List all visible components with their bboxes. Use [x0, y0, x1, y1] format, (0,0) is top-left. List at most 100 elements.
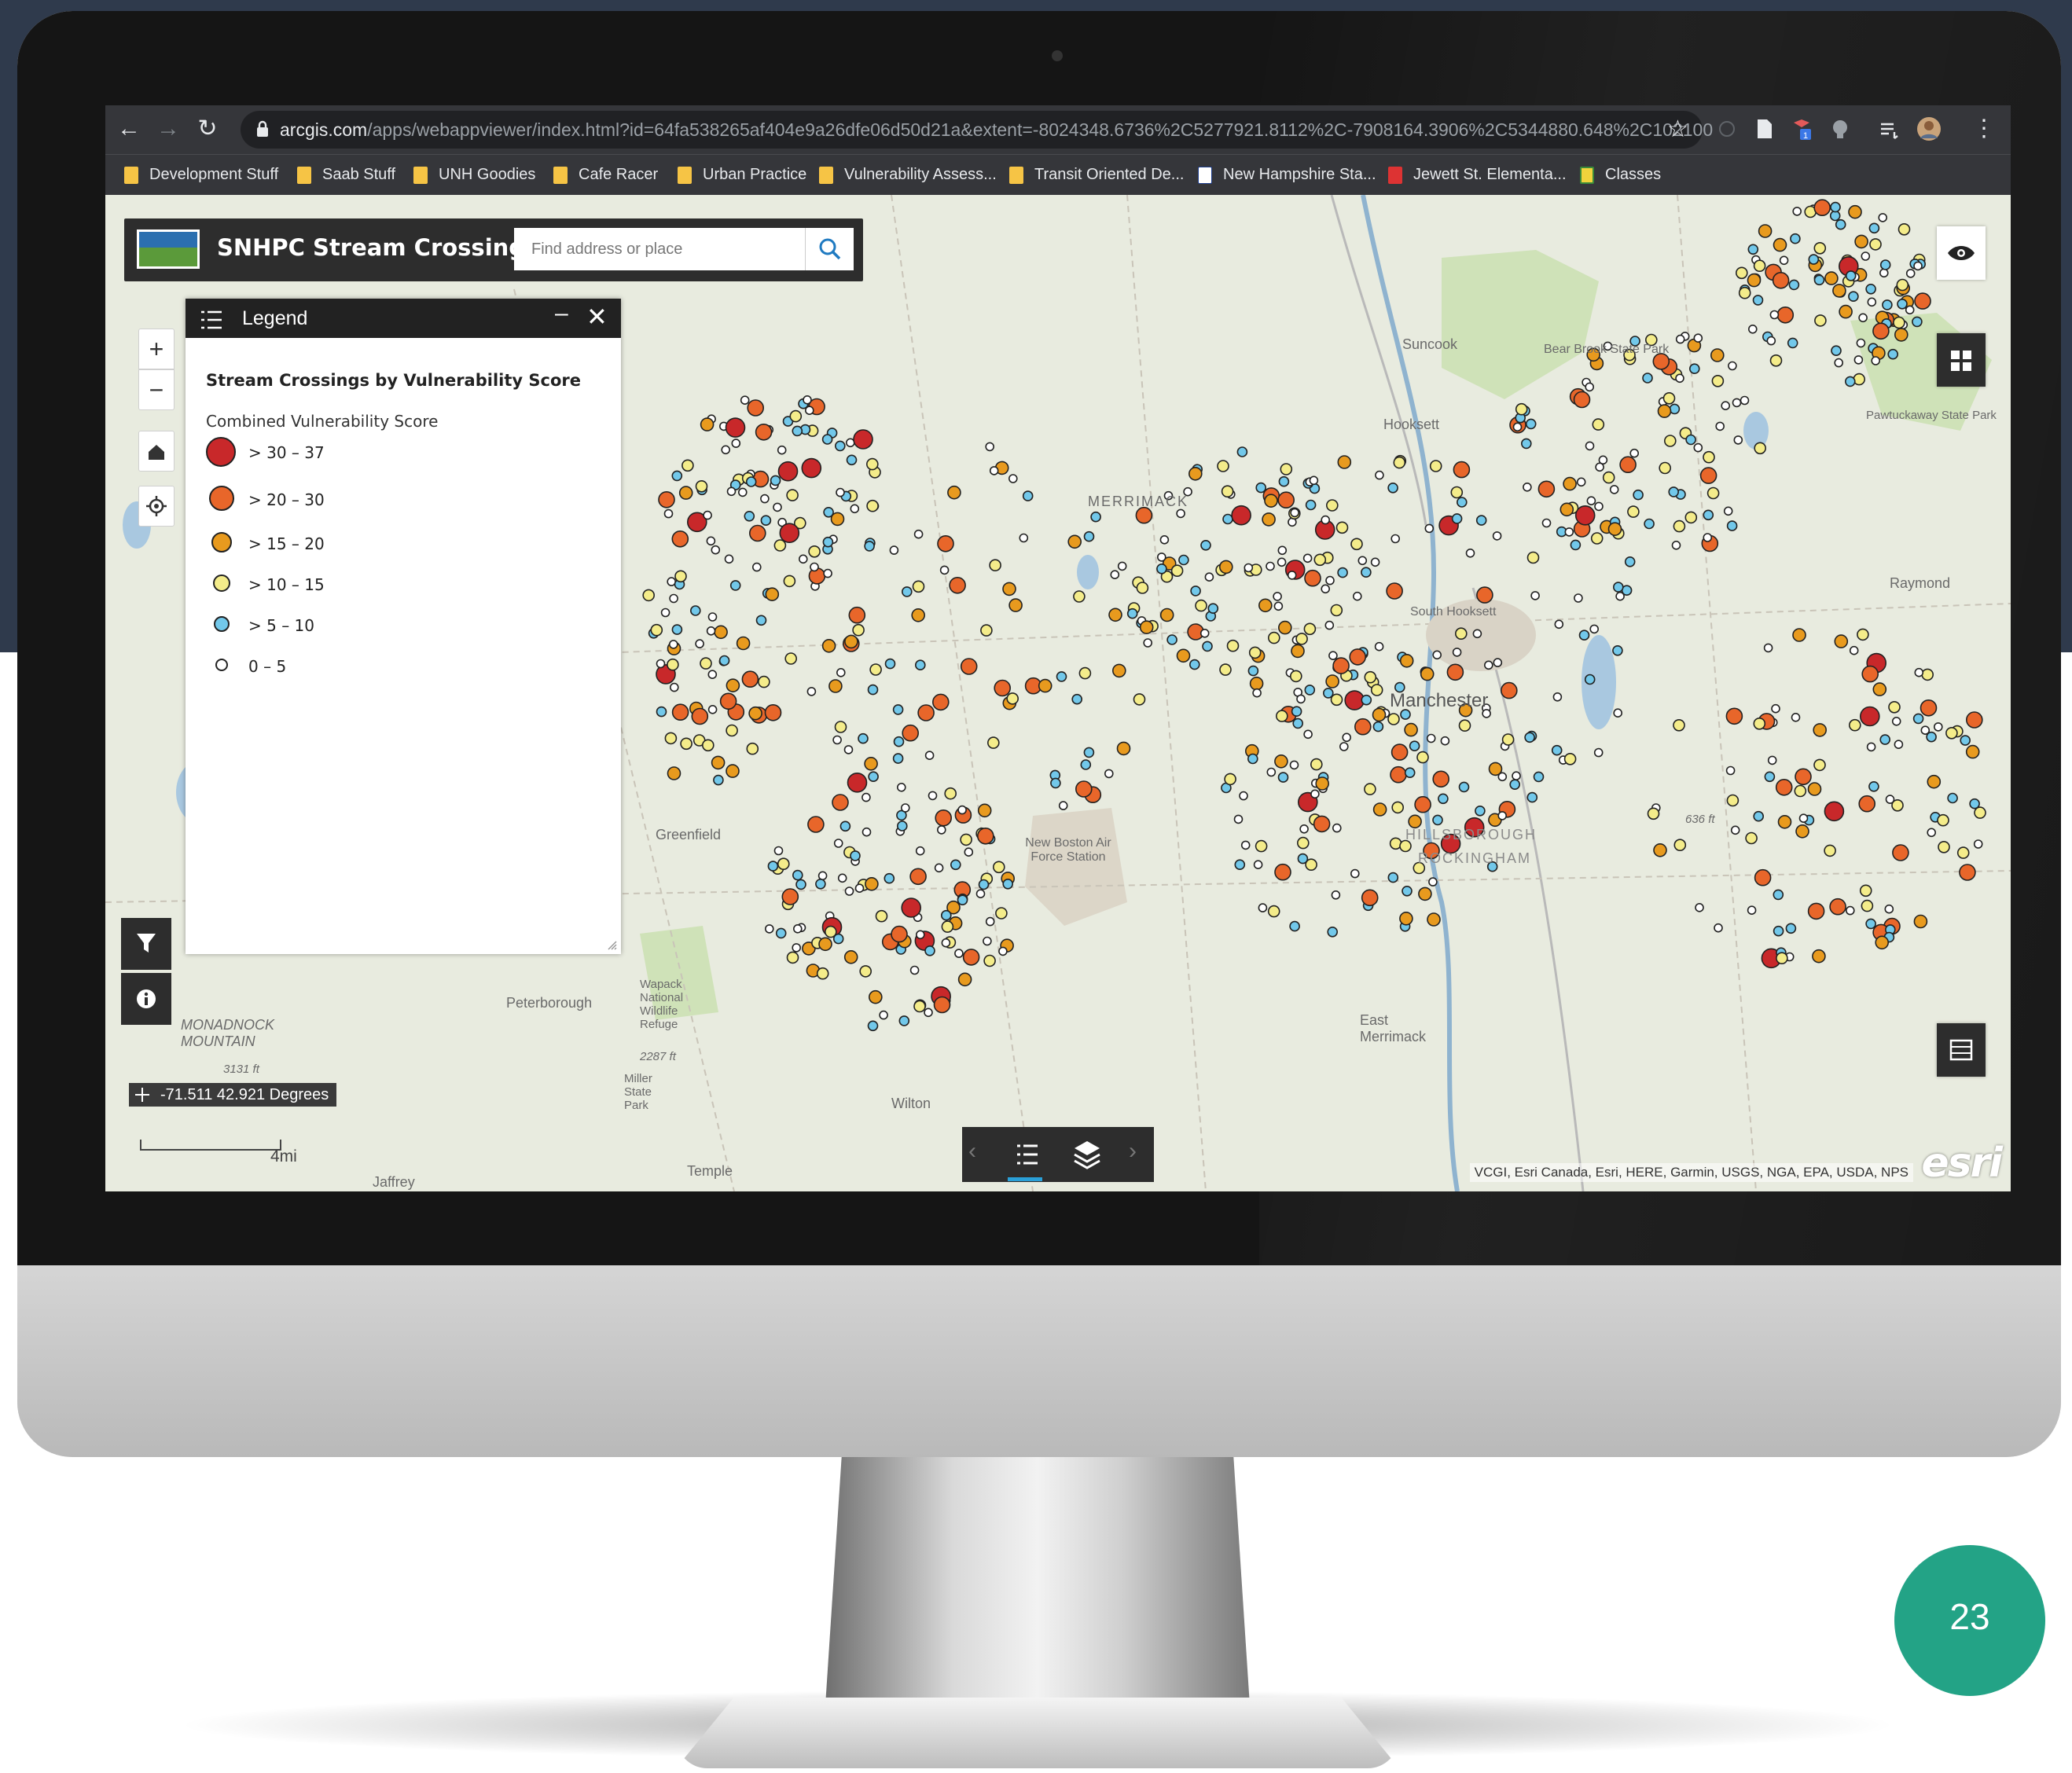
stream-crossing-point[interactable]	[706, 536, 716, 546]
stream-crossing-point[interactable]	[1323, 688, 1334, 699]
stream-crossing-point[interactable]	[1861, 665, 1879, 683]
stream-crossing-point[interactable]	[668, 640, 678, 649]
stream-crossing-point[interactable]	[1019, 533, 1029, 543]
stream-crossing-point[interactable]	[1361, 567, 1372, 578]
stream-crossing-point[interactable]	[1022, 490, 1034, 501]
stream-crossing-point[interactable]	[1624, 556, 1636, 567]
stream-crossing-point[interactable]	[736, 636, 751, 651]
stream-crossing-point[interactable]	[695, 479, 708, 493]
minimize-icon[interactable]: –	[555, 300, 568, 327]
stream-crossing-point[interactable]	[1291, 706, 1302, 718]
stream-crossing-point[interactable]	[1747, 244, 1759, 255]
stream-crossing-point[interactable]	[779, 523, 800, 544]
stream-crossing-point[interactable]	[1248, 646, 1262, 659]
stream-crossing-point[interactable]	[861, 827, 872, 837]
stream-crossing-point[interactable]	[1143, 638, 1152, 648]
stream-crossing-point[interactable]	[879, 1010, 888, 1020]
stream-crossing-point[interactable]	[740, 395, 750, 406]
stream-crossing-point[interactable]	[784, 652, 798, 665]
stream-crossing-point[interactable]	[1888, 700, 1901, 714]
stream-crossing-point[interactable]	[707, 704, 718, 714]
stream-crossing-point[interactable]	[1342, 732, 1351, 743]
stream-crossing-point[interactable]	[801, 457, 822, 479]
stream-crossing-point[interactable]	[1133, 693, 1146, 706]
stream-crossing-point[interactable]	[1747, 905, 1757, 916]
stream-crossing-point[interactable]	[746, 742, 759, 755]
stream-crossing-point[interactable]	[1335, 521, 1349, 534]
back-arrow-icon[interactable]: ←	[113, 113, 145, 145]
stream-crossing-point[interactable]	[1475, 805, 1486, 817]
stream-crossing-point[interactable]	[1374, 641, 1384, 652]
stream-crossing-point[interactable]	[1428, 877, 1438, 886]
stream-crossing-point[interactable]	[1860, 706, 1880, 727]
stream-crossing-point[interactable]	[867, 1020, 879, 1032]
stream-crossing-point[interactable]	[737, 487, 748, 497]
stream-crossing-point[interactable]	[993, 861, 1005, 874]
stream-crossing-point[interactable]	[1868, 222, 1880, 234]
stream-crossing-point[interactable]	[1234, 859, 1246, 871]
stream-crossing-point[interactable]	[1795, 824, 1809, 839]
stream-crossing-point[interactable]	[777, 445, 787, 455]
stream-crossing-point[interactable]	[786, 489, 799, 501]
stream-crossing-point[interactable]	[1050, 777, 1061, 789]
stream-crossing-point[interactable]	[1894, 328, 1909, 342]
stream-crossing-point[interactable]	[1779, 255, 1789, 266]
stream-crossing-point[interactable]	[1006, 692, 1019, 705]
stream-crossing-point[interactable]	[916, 930, 925, 940]
stream-crossing-point[interactable]	[1226, 639, 1240, 652]
stream-crossing-point[interactable]	[1728, 361, 1737, 371]
stream-crossing-point[interactable]	[915, 659, 926, 671]
bookmark-cafe-racer[interactable]: Cafe Racer	[553, 166, 658, 184]
stream-crossing-point[interactable]	[1812, 949, 1826, 964]
stream-crossing-point[interactable]	[1808, 254, 1820, 265]
stream-crossing-point[interactable]	[847, 772, 868, 793]
stream-crossing-point[interactable]	[1824, 844, 1836, 857]
stream-crossing-point[interactable]	[1849, 645, 1859, 655]
stream-crossing-point[interactable]	[1008, 474, 1018, 483]
stream-crossing-point[interactable]	[1452, 648, 1462, 657]
stream-crossing-point[interactable]	[1814, 314, 1827, 327]
stream-crossing-point[interactable]	[1879, 734, 1890, 745]
my-location-button[interactable]	[138, 486, 175, 527]
search-input[interactable]	[514, 228, 805, 270]
stream-crossing-point[interactable]	[1188, 466, 1203, 481]
stream-crossing-point[interactable]	[896, 782, 906, 792]
stream-crossing-point[interactable]	[1647, 807, 1660, 820]
stream-crossing-point[interactable]	[1792, 628, 1806, 642]
stream-crossing-point[interactable]	[808, 545, 821, 558]
stream-crossing-point[interactable]	[1552, 692, 1563, 702]
stream-crossing-point[interactable]	[941, 909, 952, 921]
legend-widget-button[interactable]	[1000, 1127, 1055, 1182]
stream-crossing-point[interactable]	[1157, 552, 1166, 562]
stream-crossing-point[interactable]	[792, 425, 803, 437]
stream-crossing-point[interactable]	[767, 861, 779, 872]
stream-crossing-point[interactable]	[1475, 515, 1487, 526]
stream-crossing-point[interactable]	[1387, 872, 1399, 883]
stream-crossing-point[interactable]	[850, 504, 860, 514]
stream-crossing-point[interactable]	[1914, 292, 1931, 310]
stream-crossing-point[interactable]	[865, 876, 879, 891]
stream-crossing-point[interactable]	[1387, 713, 1400, 725]
stream-crossing-point[interactable]	[783, 574, 796, 588]
stream-crossing-point[interactable]	[1974, 806, 1986, 819]
stream-crossing-point[interactable]	[1372, 802, 1387, 817]
stream-crossing-point[interactable]	[758, 675, 770, 688]
stream-crossing-point[interactable]	[1280, 463, 1293, 475]
stream-crossing-point[interactable]	[726, 724, 738, 737]
stream-crossing-point[interactable]	[671, 624, 683, 635]
stream-crossing-point[interactable]	[823, 568, 832, 578]
stream-crossing-point[interactable]	[1414, 795, 1431, 813]
stream-crossing-point[interactable]	[1509, 779, 1520, 791]
stream-crossing-point[interactable]	[909, 868, 927, 886]
stream-crossing-point[interactable]	[924, 1008, 933, 1018]
stream-crossing-point[interactable]	[1178, 554, 1189, 566]
stream-crossing-point[interactable]	[1386, 582, 1403, 600]
stream-crossing-point[interactable]	[1450, 486, 1464, 499]
stream-crossing-point[interactable]	[1845, 270, 1857, 281]
stream-crossing-point[interactable]	[1733, 435, 1743, 445]
stream-crossing-point[interactable]	[1675, 334, 1685, 344]
stream-crossing-point[interactable]	[1773, 237, 1787, 252]
stream-crossing-point[interactable]	[1393, 456, 1406, 469]
stream-crossing-point[interactable]	[1872, 322, 1890, 340]
stream-crossing-point[interactable]	[817, 871, 828, 881]
